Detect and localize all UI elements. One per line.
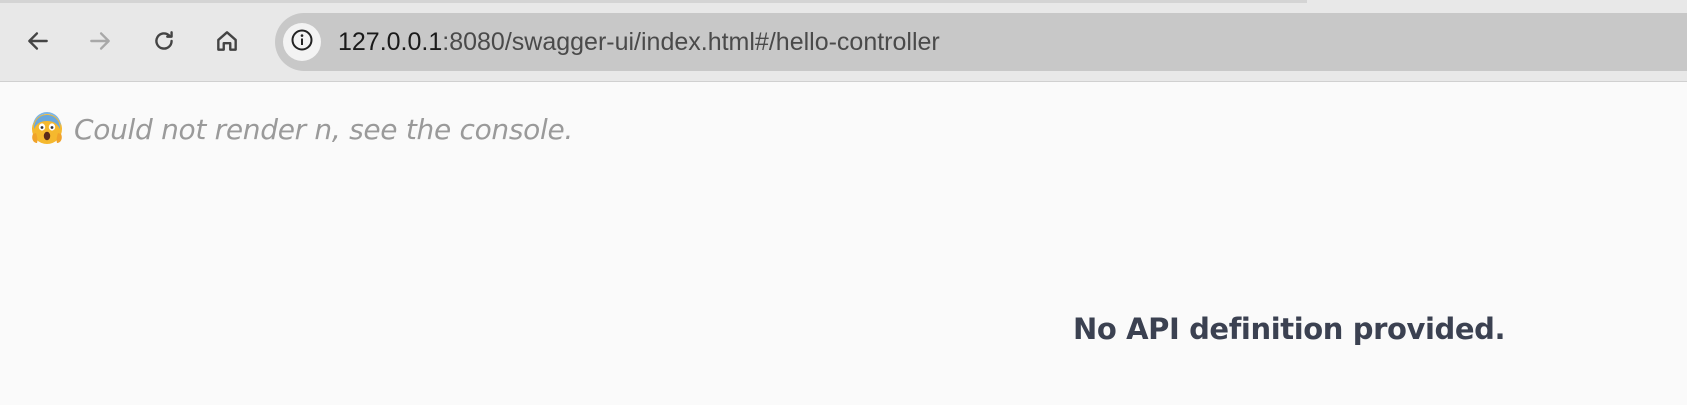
back-arrow-icon [25, 28, 51, 54]
home-button[interactable] [207, 21, 247, 61]
url-path: :8080/swagger-ui/index.html#/hello-contr… [442, 28, 940, 56]
browser-toolbar: 127.0.0.1:8080/swagger-ui/index.html#/he… [0, 0, 1687, 82]
error-message: Could not render n, see the console. [74, 112, 573, 146]
page-content: Could not render n, see the console. No … [0, 82, 1687, 405]
info-icon [290, 28, 314, 57]
url-text[interactable]: 127.0.0.1:8080/swagger-ui/index.html#/he… [338, 28, 940, 56]
site-info-button[interactable] [283, 23, 321, 61]
url-host: 127.0.0.1 [338, 28, 443, 56]
tab-strip-edge [0, 0, 1307, 3]
forward-arrow-icon [87, 28, 113, 54]
reload-icon [151, 28, 177, 54]
reload-button[interactable] [144, 21, 184, 61]
home-icon [214, 28, 240, 54]
back-button[interactable] [18, 21, 58, 61]
no-api-definition-message: No API definition provided. [1073, 312, 1506, 346]
forward-button[interactable] [80, 21, 120, 61]
render-error: Could not render n, see the console. [30, 112, 573, 146]
address-bar[interactable]: 127.0.0.1:8080/swagger-ui/index.html#/he… [275, 13, 1687, 71]
screaming-face-icon [30, 112, 64, 146]
